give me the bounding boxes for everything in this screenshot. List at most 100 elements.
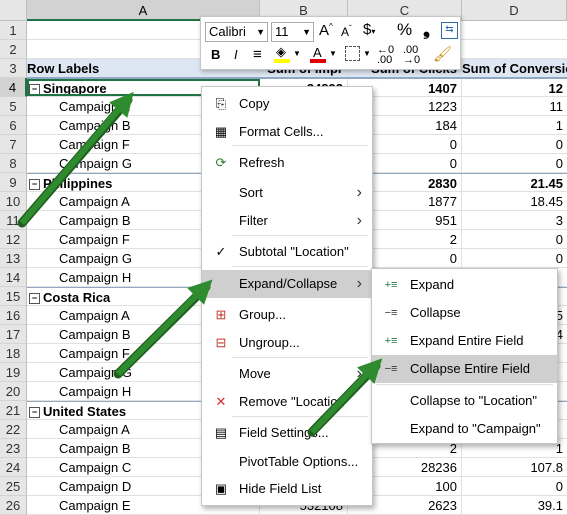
chevron-right-icon: › xyxy=(356,184,362,201)
row-header-10[interactable]: 10 xyxy=(0,192,27,211)
chevron-down-icon[interactable]: ▼ xyxy=(293,49,301,58)
row-label-text: Campaign E xyxy=(59,498,131,513)
decrease-decimal-icon[interactable]: .00 →0 xyxy=(403,45,420,66)
conversions-cell[interactable]: 39.1 xyxy=(462,496,567,514)
row-header-25[interactable]: 25 xyxy=(0,477,27,496)
conversions-cell[interactable]: 1 xyxy=(462,116,567,134)
row-header-17[interactable]: 17 xyxy=(0,325,27,344)
chevron-right-icon: › xyxy=(356,365,362,382)
conversions-cell[interactable]: 12 xyxy=(462,79,567,96)
row-label-text: Campaign B xyxy=(59,441,131,456)
chevron-down-icon: ▼ xyxy=(256,27,265,37)
conversions-cell[interactable]: 0 xyxy=(462,249,567,267)
row-header-8[interactable]: 8 xyxy=(0,154,27,173)
sum-conversions-header[interactable]: Sum of Conversions xyxy=(462,59,567,77)
menu-item-move[interactable]: Move › xyxy=(202,360,372,388)
menu-item-hide-field-list[interactable]: ▣ Hide Field List xyxy=(202,475,372,503)
menu-item-filter[interactable]: Filter › xyxy=(202,207,372,235)
menu-item-refresh[interactable]: ⟳ Refresh xyxy=(202,149,372,177)
bold-button[interactable]: B xyxy=(211,47,220,62)
conversions-cell[interactable]: 107.8 xyxy=(462,458,567,476)
submenu-item-collapse-to-location[interactable]: Collapse to "Location" xyxy=(372,387,557,415)
row-header-13[interactable]: 13 xyxy=(0,249,27,268)
menu-item-expand-collapse[interactable]: Expand/Collapse › xyxy=(202,270,372,298)
font-name-dropdown[interactable]: Calibri ▼ xyxy=(205,22,268,42)
conversions-cell[interactable]: 11 xyxy=(462,97,567,115)
row-header-26[interactable]: 26 xyxy=(0,496,27,515)
select-all-corner[interactable] xyxy=(0,0,27,21)
menu-item-label: Hide Field List xyxy=(239,481,322,496)
menu-item-field-settings[interactable]: ▤ Field Settings... xyxy=(202,419,372,447)
expand-collapse-submenu: +≡ Expand −≡ Collapse +≡ Expand Entire Field −… xyxy=(371,268,558,444)
menu-item-label: Filter xyxy=(239,213,268,228)
menu-item-pivottable-options[interactable]: PivotTable Options... xyxy=(202,448,372,476)
conversions-cell[interactable]: 0 xyxy=(462,230,567,248)
menu-item-group[interactable]: ⊞ Group... xyxy=(202,301,372,329)
shrink-font-button[interactable]: Aˇ xyxy=(341,24,352,39)
menu-item-sort[interactable]: Sort › xyxy=(202,179,372,207)
row-header-18[interactable]: 18 xyxy=(0,344,27,363)
context-menu: ⎘ Copy ▦ Format Cells... ⟳ Refresh Sort › Filter… xyxy=(201,86,373,506)
comma-style-button[interactable]: ❟ xyxy=(423,19,430,40)
row-label-text: Campaign F xyxy=(59,346,130,361)
collapse-toggle-icon[interactable]: − xyxy=(29,407,40,419)
row-header-22[interactable]: 22 xyxy=(0,420,27,439)
submenu-item-collapse-entire-field[interactable]: −≡ Collapse Entire Field xyxy=(372,355,557,383)
row-header-19[interactable]: 19 xyxy=(0,363,27,382)
chevron-down-icon[interactable]: ▼ xyxy=(363,49,371,58)
row-header-7[interactable]: 7 xyxy=(0,135,27,154)
row-header-15[interactable]: 15 xyxy=(0,287,27,306)
chevron-down-icon[interactable]: ▼ xyxy=(329,49,337,58)
menu-item-copy[interactable]: ⎘ Copy xyxy=(202,90,372,118)
row-header-12[interactable]: 12 xyxy=(0,230,27,249)
percent-style-button[interactable]: % xyxy=(397,20,412,40)
row-header-5[interactable]: 5 xyxy=(0,97,27,116)
collapse-toggle-icon[interactable]: − xyxy=(29,293,40,305)
row-label-text: Singapore xyxy=(43,81,107,96)
collapse-toggle-icon[interactable]: − xyxy=(29,84,40,96)
increase-decimal-icon[interactable]: ←0.00 xyxy=(377,45,394,66)
row-header-20[interactable]: 20 xyxy=(0,382,27,401)
fill-color-button[interactable]: ◈ xyxy=(273,44,291,64)
row-header-2[interactable]: 2 xyxy=(0,40,27,59)
row-label-text: Campaign H xyxy=(59,270,132,285)
row-header-9[interactable]: 9 xyxy=(0,173,27,192)
currency-format-button[interactable]: $▾ xyxy=(363,21,375,38)
row-header-24[interactable]: 24 xyxy=(0,458,27,477)
menu-item-remove-location[interactable]: ✕ Remove "Location" xyxy=(202,388,372,416)
row-header-23[interactable]: 23 xyxy=(0,439,27,458)
font-color-button[interactable]: A xyxy=(309,44,327,64)
collapse-toggle-icon[interactable]: − xyxy=(29,179,40,191)
conversions-cell[interactable]: 18.45 xyxy=(462,192,567,210)
submenu-item-collapse[interactable]: −≡ Collapse xyxy=(372,299,557,327)
submenu-item-expand-entire-field[interactable]: +≡ Expand Entire Field xyxy=(372,327,557,355)
align-center-button[interactable]: ≡ xyxy=(253,46,262,63)
menu-item-ungroup[interactable]: ⊟ Ungroup... xyxy=(202,329,372,357)
menu-item-format-cells[interactable]: ▦ Format Cells... xyxy=(202,118,372,146)
row-header-14[interactable]: 14 xyxy=(0,268,27,287)
borders-icon[interactable] xyxy=(345,46,360,61)
menu-item-subtotal-location[interactable]: ✓ Subtotal "Location" xyxy=(202,238,372,266)
grow-font-button[interactable]: A^ xyxy=(319,22,333,39)
row-header-1[interactable]: 1 xyxy=(0,21,27,40)
row-header-11[interactable]: 11 xyxy=(0,211,27,230)
submenu-item-expand-to-campaign[interactable]: Expand to "Campaign" xyxy=(372,415,557,443)
submenu-item-expand[interactable]: +≡ Expand xyxy=(372,271,557,299)
column-header-d[interactable]: D xyxy=(462,0,567,21)
expand-icon: +≡ xyxy=(384,279,398,291)
conversions-cell[interactable]: 0 xyxy=(462,154,567,172)
format-painter-icon[interactable]: 🖌 xyxy=(433,45,452,63)
wrap-text-icon[interactable]: ⇆ xyxy=(441,22,458,39)
font-size-dropdown[interactable]: 11 ▼ xyxy=(271,22,314,42)
row-header-3[interactable]: 3 xyxy=(0,59,27,78)
row-header-16[interactable]: 16 xyxy=(0,306,27,325)
row-header-21[interactable]: 21 xyxy=(0,401,27,420)
menu-item-label: PivotTable Options... xyxy=(239,454,359,469)
italic-button[interactable]: I xyxy=(234,47,238,62)
row-header-4[interactable]: 4 xyxy=(0,78,27,97)
row-header-6[interactable]: 6 xyxy=(0,116,27,135)
conversions-cell[interactable]: 0 xyxy=(462,135,567,153)
conversions-cell[interactable]: 21.45 xyxy=(462,174,567,191)
conversions-cell[interactable]: 0 xyxy=(462,477,567,495)
conversions-cell[interactable]: 3 xyxy=(462,211,567,229)
